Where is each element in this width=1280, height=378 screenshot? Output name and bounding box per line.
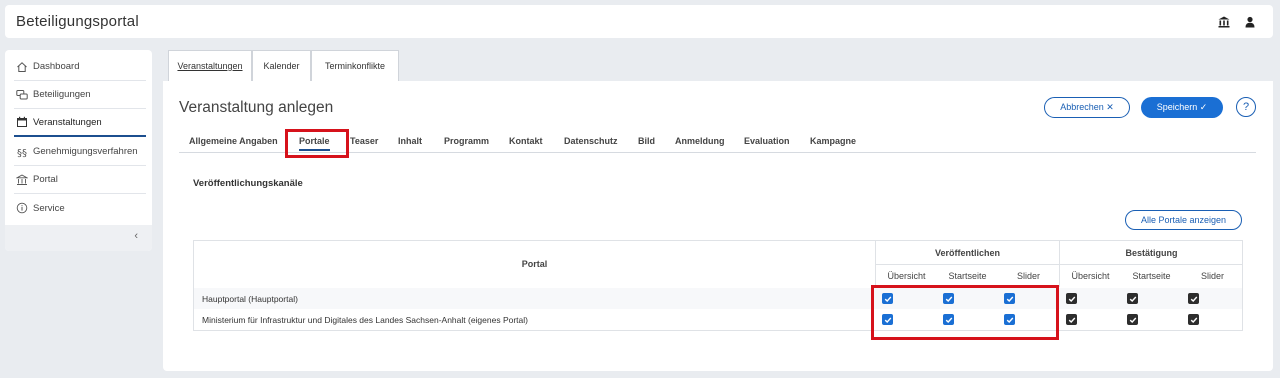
highlight-box (285, 129, 349, 158)
chat-icon (16, 89, 28, 101)
checkbox-confirm-overview[interactable] (1066, 293, 1077, 304)
column-group-publish: Veröffentlichen (934, 247, 1000, 258)
column-header-portal: Portal (521, 259, 548, 269)
subtab-bild[interactable]: Bild (638, 136, 655, 146)
tab-label: Kalender (263, 61, 300, 71)
portal-name: Ministerium für Infrastruktur und Digita… (202, 314, 528, 325)
bank-icon (15, 173, 29, 186)
top-bar: Beteiligungsportal (5, 5, 1273, 38)
sidebar-item-label: Portal (33, 174, 58, 185)
sidebar-item-label: Veranstaltungen (33, 116, 102, 128)
tab-veranstaltungen[interactable]: Veranstaltungen (168, 50, 252, 81)
checkbox-confirm-overview[interactable] (1066, 314, 1077, 325)
sidebar-item-label: Genehmigungsverfahren (33, 146, 138, 157)
subtab-inhalt[interactable]: Inhalt (398, 136, 422, 146)
column-header-slider: Slider (1016, 270, 1040, 281)
sidebar-item-label: Dashboard (33, 61, 80, 72)
home-icon (16, 61, 28, 73)
tab-terminkonflikte[interactable]: Terminkonflikte (311, 50, 399, 81)
sidebar-collapse-button[interactable]: ‹ (5, 225, 152, 251)
tab-label: Veranstaltungen (177, 61, 243, 71)
subtab-kampagne[interactable]: Kampagne (810, 136, 856, 146)
checkbox-confirm-slider[interactable] (1188, 293, 1199, 304)
sidebar: Dashboard Beteiligungen Veranstaltungen … (5, 50, 152, 251)
checkbox-confirm-slider[interactable] (1188, 314, 1199, 325)
subtab-programm[interactable]: Programm (444, 136, 489, 146)
sidebar-item-beteiligungen[interactable]: Beteiligungen (14, 81, 146, 109)
help-button[interactable]: ? (1236, 97, 1256, 117)
column-group-confirm: Bestätigung (1125, 247, 1178, 258)
column-header-slider: Slider (1200, 270, 1224, 281)
paragraph-icon: §§ (16, 146, 28, 159)
sidebar-item-service[interactable]: Service (14, 194, 146, 222)
app-title: Beteiligungsportal (16, 13, 139, 30)
bank-icon[interactable] (1218, 15, 1230, 28)
portals-table: Portal Veröffentlichen Bestätigung Übers… (193, 240, 1243, 331)
sidebar-item-veranstaltungen[interactable]: Veranstaltungen (14, 109, 146, 137)
page-title: Veranstaltung anlegen (179, 99, 334, 116)
subtab-evaluation[interactable]: Evaluation (744, 136, 790, 146)
save-button[interactable]: Speichern ✓ (1141, 97, 1223, 118)
sidebar-item-portal[interactable]: Portal (14, 166, 146, 194)
tab-label: Terminkonflikte (324, 61, 386, 71)
column-header-uebersicht: Übersicht (1071, 270, 1110, 281)
sidebar-item-dashboard[interactable]: Dashboard (14, 53, 146, 81)
highlight-box (871, 285, 1059, 340)
top-tabs: Veranstaltungen Kalender Terminkonflikte (163, 50, 1273, 81)
chevron-left-icon: ‹ (134, 230, 138, 242)
subtab-kontakt[interactable]: Kontakt (509, 136, 543, 146)
subtab-datenschutz[interactable]: Datenschutz (564, 136, 618, 146)
checkbox-confirm-startpage[interactable] (1127, 314, 1138, 325)
subtab-teaser[interactable]: Teaser (350, 136, 378, 146)
sidebar-item-label: Service (33, 202, 65, 214)
column-header-startseite: Startseite (948, 270, 987, 281)
main-panel: Veranstaltungen Kalender Terminkonflikte… (163, 50, 1273, 371)
column-header-uebersicht: Übersicht (887, 270, 926, 281)
section-title: Veröffentlichungskanäle (193, 178, 303, 189)
cancel-button[interactable]: Abbrechen ✕ (1044, 97, 1130, 118)
subtab-anmeldung[interactable]: Anmeldung (675, 136, 725, 146)
sidebar-item-label: Beteiligungen (33, 89, 91, 100)
column-header-startseite: Startseite (1132, 270, 1171, 281)
info-icon (16, 202, 28, 214)
table-row: Ministerium für Infrastruktur und Digita… (194, 309, 1242, 330)
sidebar-item-genehmigungsverfahren[interactable]: §§ Genehmigungsverfahren (14, 138, 146, 166)
table-row: Hauptportal (Hauptportal) (194, 288, 1242, 309)
checkbox-confirm-startpage[interactable] (1127, 293, 1138, 304)
subtab-allgemeine-angaben[interactable]: Allgemeine Angaben (189, 136, 278, 146)
user-icon[interactable] (1244, 15, 1256, 28)
portal-name: Hauptportal (Hauptportal) (202, 293, 298, 304)
tab-kalender[interactable]: Kalender (252, 50, 311, 81)
show-all-portals-button[interactable]: Alle Portale anzeigen (1125, 210, 1242, 230)
calendar-icon (16, 116, 28, 128)
svg-text:§§: §§ (17, 148, 27, 158)
